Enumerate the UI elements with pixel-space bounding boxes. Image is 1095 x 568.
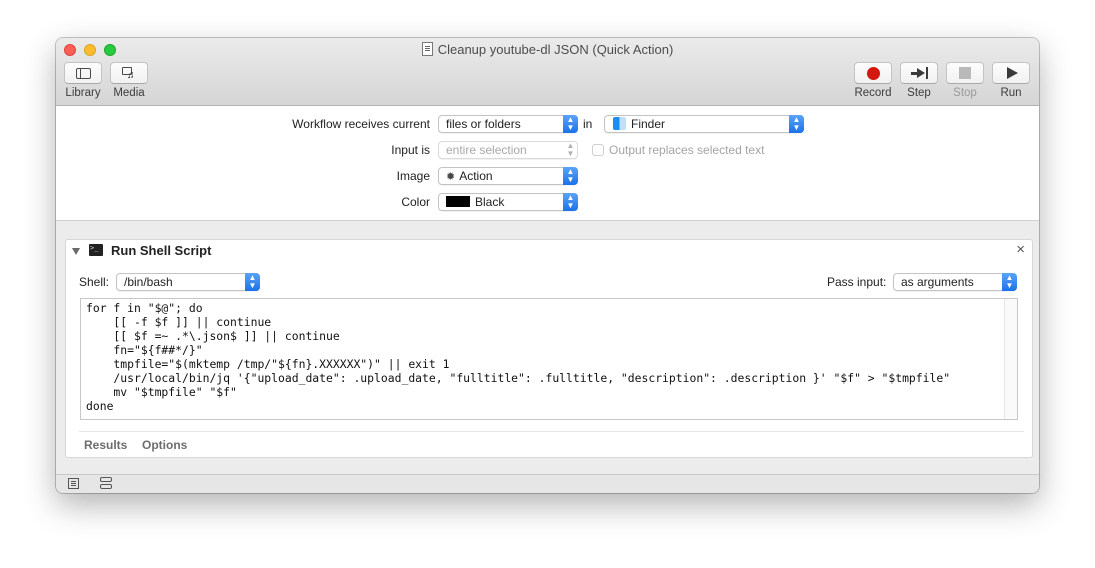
record-toolbar-item[interactable]: Record — [853, 62, 893, 100]
step-button[interactable] — [900, 62, 938, 84]
action-header: Run Shell Script × — [66, 240, 1032, 264]
finder-icon — [613, 117, 626, 130]
step-toolbar-item[interactable]: Step — [899, 62, 939, 100]
tab-results[interactable]: Results — [84, 438, 127, 452]
application-popup[interactable]: Finder ▲ ▼ — [604, 115, 804, 133]
receives-value: files or folders — [446, 117, 521, 131]
gear-icon: ✹ — [446, 171, 456, 183]
media-toolbar-item[interactable]: ♫ Media — [109, 62, 149, 100]
shell-popup[interactable]: /bin/bash ▲ ▼ — [116, 273, 260, 291]
popup-arrows-icon: ▲ ▼ — [566, 141, 575, 158]
popup-arrows-icon: ▲ ▼ — [1002, 273, 1017, 291]
library-button[interactable] — [64, 62, 102, 84]
application-value: Finder — [631, 117, 666, 131]
media-label: Media — [113, 87, 145, 99]
tab-options[interactable]: Options — [142, 438, 187, 452]
stop-icon — [959, 67, 971, 79]
step-label: Step — [907, 87, 931, 99]
record-button[interactable] — [854, 62, 892, 84]
library-icon — [75, 67, 91, 79]
output-replaces-checkbox — [592, 144, 604, 156]
document-icon — [421, 42, 433, 56]
step-icon — [910, 67, 928, 79]
run-icon — [1007, 67, 1018, 79]
action-tabs: Results Options — [79, 431, 1024, 456]
pass-input-label: Pass input: — [827, 275, 887, 289]
script-scrollbar[interactable] — [1004, 299, 1017, 419]
variables-view-icon[interactable] — [100, 477, 112, 490]
color-label: Color — [401, 195, 430, 209]
library-toolbar-item[interactable]: Library — [63, 62, 103, 100]
pass-input-value: as arguments — [901, 275, 974, 289]
color-popup[interactable]: Black ▲ ▼ — [438, 193, 578, 211]
shell-value: /bin/bash — [124, 275, 173, 289]
popup-arrows-icon: ▲ ▼ — [789, 115, 804, 133]
action-title: Run Shell Script — [111, 243, 212, 258]
script-editor[interactable]: for f in "$@"; do [[ -f $f ]] || continu… — [80, 298, 1018, 420]
record-label: Record — [854, 87, 892, 99]
media-icon: ♫ — [122, 67, 136, 81]
pass-input-popup[interactable]: as arguments ▲ ▼ — [893, 273, 1017, 291]
popup-arrows-icon: ▲ ▼ — [563, 115, 578, 133]
run-label: Run — [1000, 87, 1022, 99]
receives-label: Workflow receives current — [292, 117, 430, 131]
automator-window: Cleanup youtube-dl JSON (Quick Action) L… — [56, 38, 1039, 493]
in-label: in — [583, 117, 593, 131]
input-is-label: Input is — [391, 143, 430, 157]
workflow-settings-panel: Workflow receives current files or folde… — [56, 106, 1039, 221]
bottom-bar — [56, 474, 1039, 493]
run-shell-script-action: Run Shell Script × Shell: /bin/bash ▲▼ P… — [65, 239, 1033, 458]
receives-popup[interactable]: files or folders ▲ ▼ — [438, 115, 578, 133]
run-button[interactable] — [992, 62, 1030, 84]
window-title-text: Cleanup youtube-dl JSON (Quick Action) — [437, 42, 674, 57]
shell-label: Shell: — [79, 275, 110, 289]
image-label: Image — [396, 169, 430, 183]
log-view-icon[interactable] — [68, 478, 79, 489]
stop-label: Stop — [953, 87, 977, 99]
window-title: Cleanup youtube-dl JSON (Quick Action) — [56, 41, 1039, 59]
toolbar: Cleanup youtube-dl JSON (Quick Action) L… — [56, 38, 1039, 106]
media-button[interactable]: ♫ — [110, 62, 148, 84]
run-toolbar-item[interactable]: Run — [991, 62, 1031, 100]
image-popup[interactable]: ✹ Action ▲ ▼ — [438, 167, 578, 185]
record-icon — [866, 66, 880, 80]
stop-toolbar-item[interactable]: Stop — [945, 62, 985, 100]
library-label: Library — [65, 87, 101, 99]
close-icon[interactable]: × — [1016, 242, 1025, 258]
terminal-icon — [89, 244, 103, 256]
input-is-value: entire selection — [446, 143, 527, 157]
input-is-popup: entire selection ▲ ▼ — [438, 141, 578, 159]
image-value: Action — [459, 169, 493, 183]
popup-arrows-icon: ▲ ▼ — [563, 193, 578, 211]
script-text[interactable]: for f in "$@"; do [[ -f $f ]] || continu… — [81, 299, 1017, 413]
output-replaces-label: Output replaces selected text — [609, 143, 765, 157]
color-swatch — [446, 196, 470, 207]
stop-button[interactable] — [946, 62, 984, 84]
popup-arrows-icon: ▲ ▼ — [563, 167, 578, 185]
color-value: Black — [475, 195, 505, 209]
disclosure-triangle-icon[interactable] — [72, 248, 80, 255]
popup-arrows-icon: ▲ ▼ — [245, 273, 260, 291]
